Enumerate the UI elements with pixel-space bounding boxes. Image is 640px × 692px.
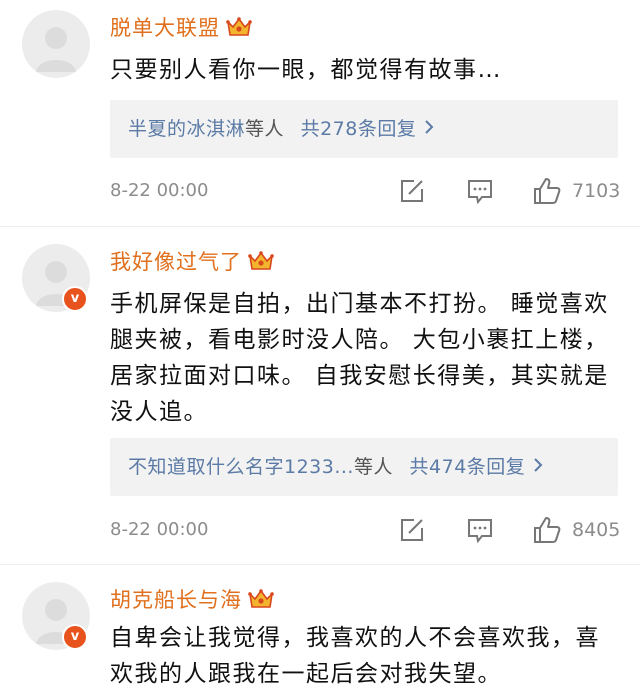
verified-badge: v [62, 624, 88, 650]
username[interactable]: 胡克船长与海 [110, 584, 274, 614]
crown-icon [226, 17, 252, 36]
reply-count[interactable]: 共278条回复 [301, 118, 417, 140]
reply-count[interactable]: 共474条回复 [410, 456, 526, 478]
crown-icon [248, 589, 274, 608]
reply-users[interactable]: 半夏的冰淇淋 [128, 118, 245, 140]
timestamp: 8-22 00:00 [110, 180, 209, 201]
timestamp: 8-22 00:00 [110, 519, 209, 540]
reply-summary[interactable]: 半夏的冰淇淋等人 共278条回复 [110, 100, 618, 158]
chevron-right-icon [534, 458, 543, 472]
divider [0, 564, 640, 565]
like-count: 8405 [572, 519, 621, 541]
reply-users[interactable]: 不知道取什么名字1233... [128, 456, 354, 478]
username-label[interactable]: 我好像过气了 [110, 250, 242, 274]
reply-summary[interactable]: 不知道取什么名字1233...等人 共474条回复 [110, 438, 618, 496]
comment-icon[interactable] [466, 176, 494, 206]
thumbs-up-icon[interactable] [532, 176, 562, 206]
like-count: 7103 [572, 180, 621, 202]
username[interactable]: 我好像过气了 [110, 246, 274, 276]
comment-icon[interactable] [466, 515, 494, 545]
chevron-right-icon [425, 120, 434, 134]
edit-icon[interactable] [398, 515, 426, 545]
reply-suffix: 等人 [353, 456, 393, 478]
reply-suffix: 等人 [245, 118, 285, 140]
username-label[interactable]: 胡克船长与海 [110, 588, 242, 612]
edit-icon[interactable] [398, 176, 426, 206]
username-label[interactable]: 脱单大联盟 [110, 16, 220, 40]
comment-text: 手机屏保是自拍，出门基本不打扮。 睡觉喜欢腿夹被，看电影时没人陪。 大包小裹扛上… [110, 291, 609, 425]
verified-badge: v [62, 286, 88, 312]
comment-footer: 8-22 00:00 8405 [110, 515, 620, 545]
comment-text: 只要别人看你一眼，都觉得有故事… [110, 57, 502, 83]
username[interactable]: 脱单大联盟 [110, 12, 252, 42]
crown-icon [248, 251, 274, 270]
avatar[interactable] [22, 10, 90, 78]
divider [0, 226, 640, 227]
thumbs-up-icon[interactable] [532, 515, 562, 545]
comment-text: 自卑会让我觉得，我喜欢的人不会喜欢我，喜欢我的人跟我在一起后会对我失望。 [110, 625, 600, 687]
comment-footer: 8-22 00:00 7103 [110, 176, 620, 206]
